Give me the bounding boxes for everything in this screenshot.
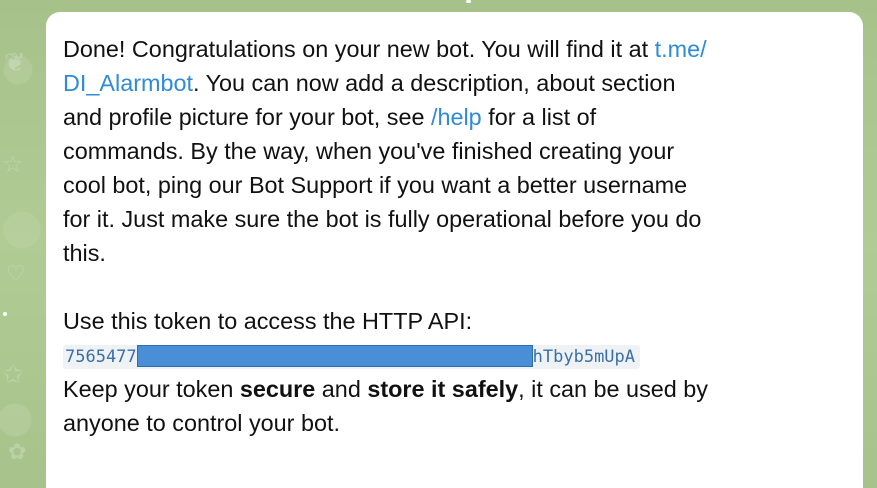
token-suffix: hTbyb5mUpA bbox=[532, 346, 636, 367]
message-line: cool bot, ping our Bot Support if you wa… bbox=[63, 172, 688, 198]
redaction-box bbox=[136, 344, 533, 367]
bot-link[interactable]: DI_Alarmbot bbox=[63, 70, 193, 96]
token-prefix: 7565477 bbox=[65, 346, 137, 367]
message-line: Done! Congratulations on your new bot. Y… bbox=[63, 32, 845, 66]
message-text: . You can now add a description, about s… bbox=[193, 70, 676, 96]
token-row[interactable]: 7565477 hTbyb5mUpA bbox=[63, 338, 845, 372]
message-line: anyone to control your bot. bbox=[63, 410, 340, 436]
message-bubble: Done! Congratulations on your new bot. Y… bbox=[46, 12, 863, 488]
doodle-leaf-icon: ❦ bbox=[4, 48, 26, 78]
doodle-heart-icon: ♡ bbox=[6, 262, 26, 287]
bold-text: store it safely bbox=[367, 376, 519, 402]
message-text: and bbox=[315, 376, 368, 402]
message-line: and profile picture for your bot, see /h… bbox=[63, 100, 845, 134]
doodle-flower-icon: ✿ bbox=[8, 440, 27, 465]
doodle-star-icon: ☆ bbox=[2, 150, 24, 178]
message-text: Done! Congratulations on your new bot. Y… bbox=[63, 36, 655, 62]
message-line: commands. By the way, when you've finish… bbox=[63, 138, 675, 164]
help-command-link[interactable]: /help bbox=[431, 104, 482, 130]
bold-text: secure bbox=[239, 376, 316, 402]
message-line: Keep your token secure and store it safe… bbox=[63, 372, 845, 406]
message-line: DI_Alarmbot. You can now add a descripti… bbox=[63, 66, 845, 100]
message-text: and profile picture for your bot, see bbox=[63, 104, 431, 130]
bot-link[interactable]: t.me/ bbox=[655, 36, 707, 62]
message-text: , it can be used by bbox=[518, 376, 708, 402]
message-line: this. bbox=[63, 240, 106, 266]
token-code[interactable]: 7565477 hTbyb5mUpA bbox=[63, 344, 641, 369]
token-intro: Use this token to access the HTTP API: bbox=[63, 308, 473, 334]
message-text: for a list of bbox=[481, 104, 597, 130]
scroll-indicator bbox=[466, 0, 471, 3]
message-text: Keep your token bbox=[63, 376, 240, 402]
cursor-marker bbox=[3, 312, 7, 316]
message-line: for it. Just make sure the bot is fully … bbox=[63, 206, 702, 232]
doodle-star-icon: ✩ bbox=[2, 360, 24, 390]
